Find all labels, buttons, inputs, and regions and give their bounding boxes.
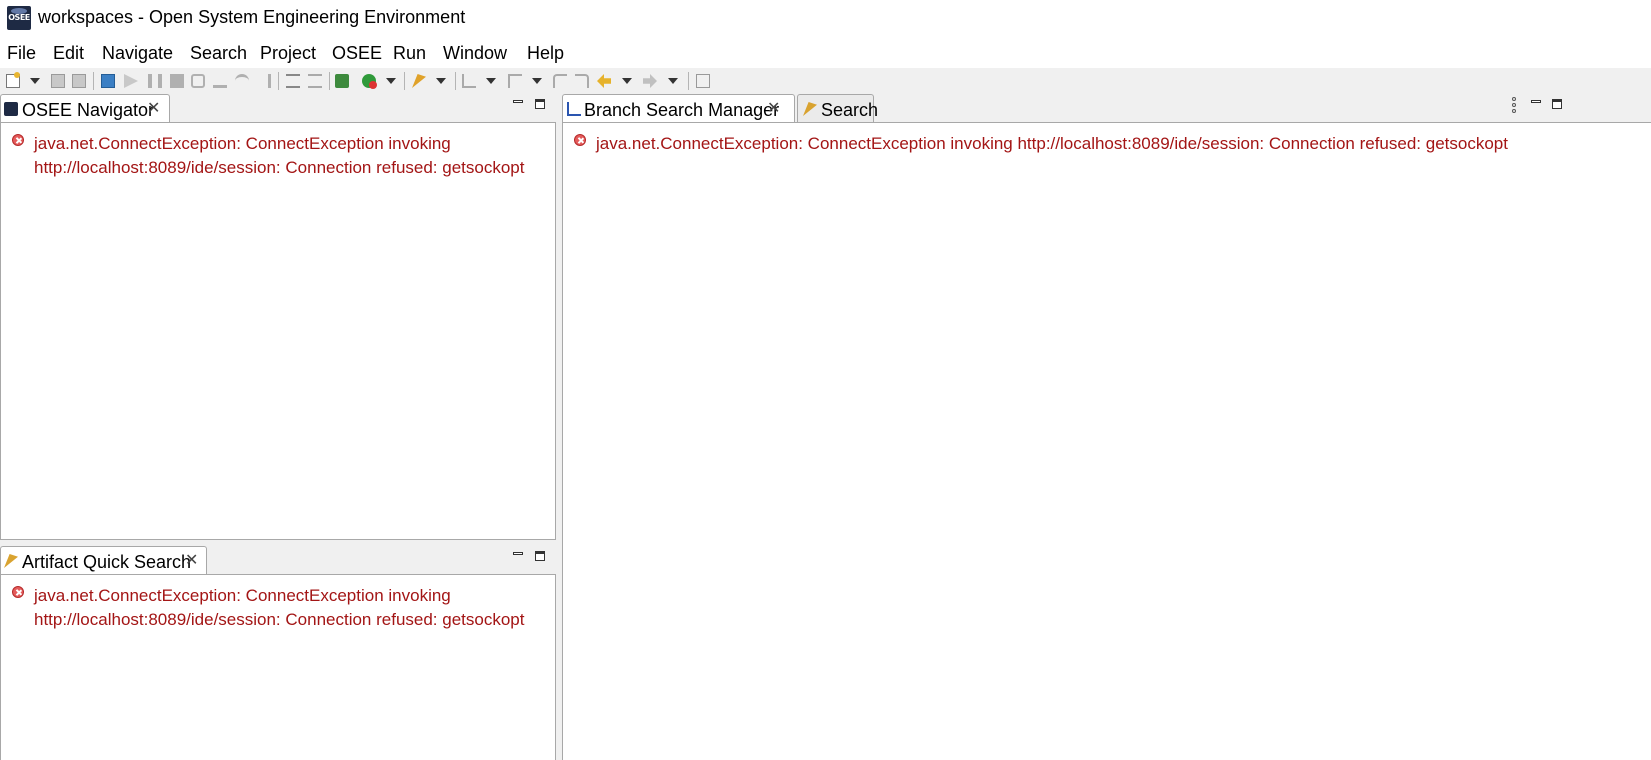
osee-navigator-tabstrip: OSEE Navigator ✕ bbox=[0, 94, 556, 123]
artifact-quick-search-tabstrip: Artifact Quick Search ✕ bbox=[0, 546, 556, 575]
app-icon-logo-text: OSEE bbox=[8, 13, 30, 22]
osee-navigator-view: java.net.ConnectException: ConnectExcept… bbox=[0, 122, 556, 540]
search-tab-icon bbox=[803, 102, 817, 116]
error-text-line1: java.net.ConnectException: ConnectExcept… bbox=[34, 586, 451, 605]
right-tabstrip: Branch Search Manager ✕ Search bbox=[562, 94, 1651, 123]
menu-project[interactable]: Project bbox=[260, 43, 316, 64]
pin-editor-icon[interactable] bbox=[696, 74, 710, 88]
minimize-icon[interactable] bbox=[513, 552, 523, 555]
error-icon bbox=[574, 134, 586, 146]
error-text-line2: http://localhost:8089/ide/session: Conne… bbox=[34, 610, 525, 629]
osee-app-icon[interactable]: OSEE bbox=[7, 6, 31, 30]
view-menu-icon[interactable] bbox=[1512, 97, 1516, 113]
menu-bar: File Edit Navigate Search Project OSEE R… bbox=[0, 36, 1651, 68]
step-into-icon[interactable] bbox=[213, 74, 227, 88]
close-icon[interactable]: ✕ bbox=[147, 98, 160, 118]
error-icon bbox=[12, 586, 24, 598]
step-over-icon[interactable] bbox=[235, 74, 249, 88]
step-return-icon[interactable] bbox=[257, 74, 271, 88]
branch-search-manager-view: java.net.ConnectException: ConnectExcept… bbox=[562, 122, 1651, 760]
save-all-icon[interactable] bbox=[72, 74, 86, 88]
error-message: java.net.ConnectException: ConnectExcept… bbox=[574, 132, 1644, 158]
osee-tools-icon[interactable] bbox=[335, 74, 349, 88]
menu-window[interactable]: Window bbox=[443, 43, 507, 64]
next-annotation-icon[interactable] bbox=[462, 74, 476, 88]
menu-file[interactable]: File bbox=[7, 43, 36, 64]
toolbar-separator bbox=[455, 72, 456, 90]
error-icon bbox=[12, 134, 24, 146]
tab-artifact-quick-search[interactable]: Artifact Quick Search ✕ bbox=[0, 546, 207, 574]
menu-run[interactable]: Run bbox=[393, 43, 426, 64]
minimize-icon[interactable] bbox=[1531, 100, 1541, 103]
artifact-quick-search-icon bbox=[4, 554, 18, 568]
tab-label: Search bbox=[821, 100, 879, 120]
main-toolbar bbox=[0, 68, 1651, 94]
disconnect-icon[interactable] bbox=[191, 74, 205, 88]
previous-annotation-icon[interactable] bbox=[508, 74, 522, 88]
error-message: java.net.ConnectException: ConnectExcept… bbox=[12, 584, 547, 634]
close-icon[interactable]: ✕ bbox=[185, 550, 198, 570]
forward-dropdown-arrow-icon[interactable] bbox=[668, 78, 678, 84]
tab-branch-search-manager[interactable]: Branch Search Manager ✕ bbox=[562, 94, 795, 122]
toolbar-separator bbox=[93, 72, 94, 90]
window-title: workspaces - Open System Engineering Env… bbox=[38, 7, 466, 27]
artifact-quick-search-view: java.net.ConnectException: ConnectExcept… bbox=[0, 574, 556, 760]
use-step-filters-icon[interactable] bbox=[308, 74, 322, 88]
minimize-icon[interactable] bbox=[513, 100, 523, 103]
maximize-icon[interactable] bbox=[535, 551, 545, 561]
debug-perspective-icon[interactable] bbox=[101, 74, 115, 88]
toolbar-separator bbox=[688, 72, 689, 90]
error-text: java.net.ConnectException: ConnectExcept… bbox=[596, 134, 1508, 153]
back-arrow-icon[interactable] bbox=[597, 74, 611, 88]
error-text-line2: http://localhost:8089/ide/session: Conne… bbox=[34, 158, 525, 177]
new-file-icon[interactable] bbox=[6, 72, 20, 88]
toolbar-separator bbox=[404, 72, 405, 90]
menu-navigate[interactable]: Navigate bbox=[102, 43, 173, 64]
menu-help[interactable]: Help bbox=[527, 43, 564, 64]
menu-edit[interactable]: Edit bbox=[53, 43, 84, 64]
tab-label: Artifact Quick Search bbox=[22, 552, 192, 572]
tab-search[interactable]: Search bbox=[797, 94, 878, 122]
external-tools-dropdown-arrow-icon[interactable] bbox=[436, 78, 446, 84]
maximize-icon[interactable] bbox=[1552, 99, 1562, 109]
tab-label: Branch Search Manager bbox=[584, 100, 780, 120]
suspend-icon[interactable] bbox=[148, 74, 162, 88]
run-icon[interactable] bbox=[362, 74, 377, 89]
tab-label: OSEE Navigator bbox=[22, 100, 155, 120]
previous-annotation-dropdown-arrow-icon[interactable] bbox=[532, 78, 542, 84]
title-bar: OSEE workspaces - Open System Engineerin… bbox=[0, 0, 1651, 36]
toolbar-separator bbox=[329, 72, 330, 90]
toolbar-separator bbox=[278, 72, 279, 90]
external-tools-icon[interactable] bbox=[412, 74, 426, 88]
error-text-line1: java.net.ConnectException: ConnectExcept… bbox=[34, 134, 451, 153]
close-icon[interactable]: ✕ bbox=[767, 98, 780, 118]
next-edit-location-icon[interactable] bbox=[575, 74, 589, 88]
menu-osee[interactable]: OSEE bbox=[332, 43, 382, 64]
resume-icon[interactable] bbox=[124, 74, 138, 88]
next-annotation-dropdown-arrow-icon[interactable] bbox=[486, 78, 496, 84]
last-edit-location-icon[interactable] bbox=[553, 74, 567, 88]
branch-icon bbox=[567, 102, 581, 116]
menu-search[interactable]: Search bbox=[190, 43, 247, 64]
save-icon[interactable] bbox=[51, 74, 65, 88]
tab-osee-navigator[interactable]: OSEE Navigator ✕ bbox=[0, 94, 170, 122]
run-dropdown-arrow-icon[interactable] bbox=[386, 78, 396, 84]
error-message: java.net.ConnectException: ConnectExcept… bbox=[12, 132, 547, 182]
terminate-icon[interactable] bbox=[170, 74, 184, 88]
forward-arrow-icon[interactable] bbox=[643, 74, 657, 88]
back-dropdown-arrow-icon[interactable] bbox=[622, 78, 632, 84]
skip-breakpoints-icon[interactable] bbox=[286, 74, 300, 88]
maximize-icon[interactable] bbox=[535, 99, 545, 109]
osee-navigator-icon bbox=[4, 102, 18, 116]
new-dropdown-arrow-icon[interactable] bbox=[30, 78, 40, 84]
